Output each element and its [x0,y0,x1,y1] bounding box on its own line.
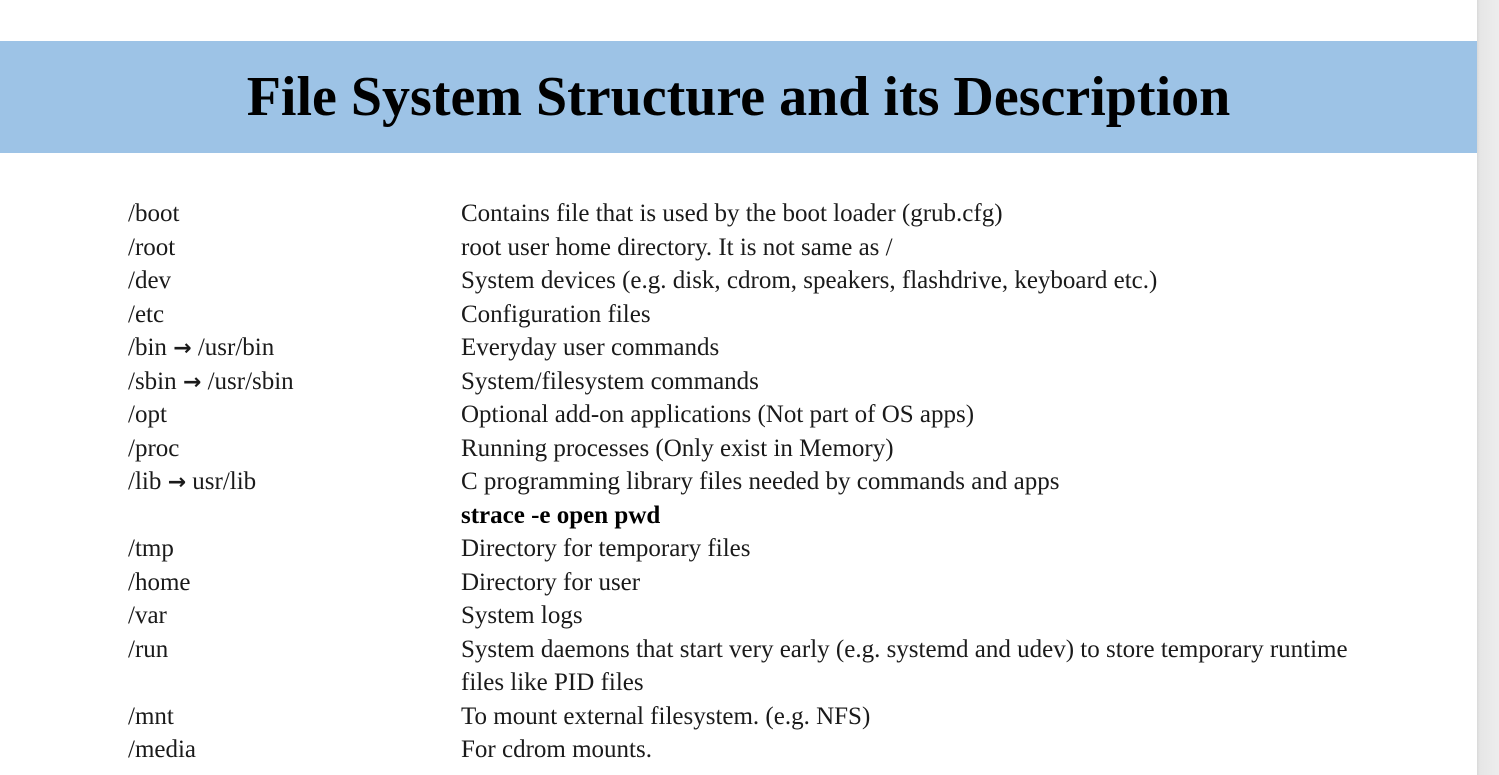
path-cell: /media [128,736,197,763]
table-row: /etc Configuration files [0,298,1400,332]
path-target: usr/lib [192,468,257,495]
path-cell: /boot [128,200,180,227]
description-cell: For cdrom mounts. [461,736,652,763]
path-source: /lib [128,468,162,495]
table-row: /dev System devices (e.g. disk, cdrom, s… [0,264,1400,298]
table-row: /home Directory for user [0,566,1400,600]
description-cell: Directory for temporary files [461,535,751,562]
description-cell: System devices (e.g. disk, cdrom, speake… [461,267,1158,294]
table-row: /bin → /usr/bin Everyday user commands [0,331,1400,365]
command-example: strace -e open pwd [461,501,661,529]
viewer-right-edge [1477,0,1499,775]
path-cell: /etc [128,300,165,328]
description-cell: Everyday user commands [461,334,720,361]
path-cell: /var [128,602,167,629]
path-cell: /dev [128,267,172,294]
path-source: /sbin [128,367,177,395]
description-cell: To mount external filesystem. (e.g. NFS) [461,702,871,730]
path-cell: /proc [128,434,180,462]
path-cell: /tmp [128,535,174,562]
path-source: /bin [128,334,167,361]
right-arrow-icon: → [167,470,187,495]
description-cell: Configuration files [461,300,651,328]
path-cell: /lib → usr/lib [128,465,256,500]
description-cell: Running processes (Only exist in Memory) [461,434,894,462]
path-target: /usr/sbin [207,367,294,395]
table-row: /root root user home directory. It is no… [0,231,1400,265]
description-cell: C programming library files needed by co… [461,468,1060,495]
description-cell: System logs [461,602,583,629]
table-row: /mnt To mount external filesystem. (e.g.… [0,700,1400,734]
description-cell: Optional add-on applications (Not part o… [461,401,975,428]
path-cell: /root [128,233,176,261]
description-cell: Contains file that is used by the boot l… [461,200,1003,227]
table-row: /proc Running processes (Only exist in M… [0,432,1400,466]
path-cell: /opt [128,401,167,428]
table-row: /run System daemons that start very earl… [0,633,1400,700]
slide-page: File System Structure and its Descriptio… [0,0,1477,775]
table-row: /boot Contains file that is used by the … [0,197,1400,231]
right-arrow-icon: → [173,336,192,361]
description-cell: System/filesystem commands [461,367,759,395]
title-bar: File System Structure and its Descriptio… [0,41,1477,153]
path-target: /usr/bin [197,334,275,361]
description-cell: Directory for user [461,568,641,596]
page-title: File System Structure and its Descriptio… [246,66,1231,128]
path-cell: /home [128,568,191,596]
description-cell: root user home directory. It is not same… [461,233,893,261]
description-cell: System daemons that start very early (e.… [461,635,1348,697]
right-arrow-icon: → [182,369,202,395]
path-cell: /bin → /usr/bin [128,331,274,366]
table-row: /lib → usr/lib C programming library fil… [0,465,1400,499]
path-cell: /run [128,635,169,663]
table-row: /var System logs [0,599,1400,633]
path-cell: /sbin → /usr/sbin [128,365,294,400]
table-row: /tmp Directory for temporary files [0,532,1400,566]
table-row: /opt Optional add-on applications (Not p… [0,398,1400,432]
table-row: /sbin → /usr/sbin System/filesystem comm… [0,365,1400,399]
path-cell: /mnt [128,702,174,730]
filesystem-table: /boot Contains file that is used by the … [0,197,1400,767]
table-row: /media For cdrom mounts. [0,733,1400,767]
table-row: strace -e open pwd [0,499,1400,533]
